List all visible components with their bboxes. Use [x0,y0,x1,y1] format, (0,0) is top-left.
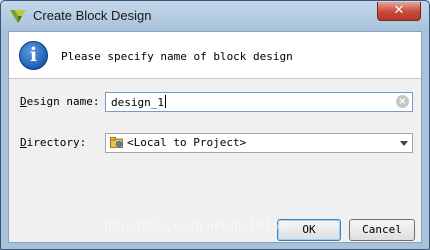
window-title: Create Block Design [33,8,152,23]
dialog-window: Create Block Design ✕ i Please specify n… [0,0,430,250]
vivado-logo-icon [10,10,26,23]
directory-select[interactable]: <Local to Project> [105,133,413,153]
header-message: Please specify name of block design [61,50,293,63]
title-bar: Create Block Design ✕ [1,1,429,31]
chevron-down-icon[interactable] [400,141,408,146]
info-icon: i [19,41,48,70]
design-name-input[interactable]: design_1 × [105,92,413,112]
close-icon: ✕ [393,3,405,18]
design-name-label: Design name: [20,95,100,108]
directory-value: <Local to Project> [127,136,247,149]
close-button[interactable]: ✕ [377,2,421,21]
folder-icon [110,137,123,148]
directory-label: Directory: [20,136,87,149]
message-header: i Please specify name of block design [9,32,421,79]
clear-input-icon[interactable]: × [396,95,409,108]
watermark: http://blog.csdn.net/ms18158 [104,218,288,234]
dialog-body: i Please specify name of block design De… [8,31,422,243]
design-name-value: design_1 [111,96,164,109]
cancel-button[interactable]: Cancel [349,219,415,241]
